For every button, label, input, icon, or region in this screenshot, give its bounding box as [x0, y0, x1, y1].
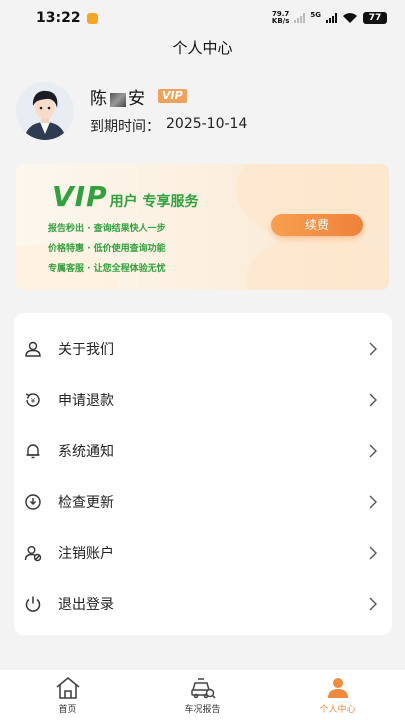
- menu-item-label: 检查更新: [58, 494, 114, 511]
- vip-title: VIP 用户 专享服务: [52, 180, 198, 213]
- menu-item-refund[interactable]: ¥ 申请退款: [14, 374, 392, 425]
- vip-features: 报告秒出 · 查询结果快人一步 价格特惠 · 低价使用查询功能 专属客服 · 让…: [48, 219, 166, 279]
- expire-label: 到期时间：: [90, 119, 160, 135]
- bottom-nav: 首页 车况报告 个人中心: [0, 670, 405, 720]
- menu-item-label: 退出登录: [58, 596, 114, 613]
- home-icon: [55, 676, 80, 699]
- menu-item-label: 关于我们: [58, 341, 114, 358]
- nav-item-profile[interactable]: 个人中心: [270, 670, 405, 720]
- car-report-icon: [190, 678, 216, 699]
- expire-row: 到期时间： 2025-10-14: [90, 116, 247, 136]
- chevron-right-icon: [369, 546, 377, 559]
- menu-item-cancel-account[interactable]: 注销账户: [14, 527, 392, 578]
- vip-feature: 专属客服 · 让您全程体验无忧: [48, 264, 166, 274]
- menu-card: 关于我们 ¥ 申请退款 系统通知 检查更新 注销账户 退出登录: [14, 313, 392, 635]
- power-icon: [25, 596, 41, 612]
- expire-date: 2025-10-14: [166, 116, 248, 132]
- vip-badge: VIP: [158, 89, 187, 103]
- profile-info: 陈安 VIP 到期时间： 2025-10-14: [90, 82, 247, 140]
- menu-item-label: 注销账户: [58, 545, 114, 562]
- user-icon: [25, 341, 41, 357]
- svg-text:¥: ¥: [31, 397, 36, 405]
- chevron-right-icon: [369, 444, 377, 457]
- bell-icon: [26, 443, 40, 458]
- signal-icon-2: [326, 13, 337, 23]
- menu-item-label: 申请退款: [58, 392, 114, 409]
- status-time: 13:22: [36, 10, 81, 26]
- person-icon: [327, 678, 348, 698]
- avatar[interactable]: [16, 82, 74, 140]
- avatar-image: [16, 82, 74, 140]
- menu-item-about-us[interactable]: 关于我们: [14, 323, 392, 374]
- menu-item-notifications[interactable]: 系统通知: [14, 425, 392, 476]
- nav-label: 首页: [58, 705, 77, 715]
- vip-feature: 价格特惠 · 低价使用查询功能: [48, 244, 166, 254]
- vip-banner[interactable]: VIP 用户 专享服务 报告秒出 · 查询结果快人一步 价格特惠 · 低价使用查…: [16, 164, 389, 290]
- status-indicators: 79.7 KB/s 5G 77: [272, 11, 387, 25]
- user-name: 陈安: [90, 88, 146, 109]
- chevron-right-icon: [369, 495, 377, 508]
- battery-icon: 77: [363, 12, 387, 24]
- menu-item-label: 系统通知: [58, 443, 114, 460]
- profile-section: 陈安 VIP 到期时间： 2025-10-14: [16, 82, 389, 140]
- chevron-right-icon: [369, 597, 377, 610]
- page-title: 个人中心: [172, 39, 233, 57]
- vip-title-vip: VIP: [52, 180, 108, 213]
- signal-icon-1: [294, 13, 306, 23]
- network-speed: 79.7 KB/s: [271, 10, 290, 25]
- notification-app-icon: [86, 12, 98, 24]
- nav-item-home[interactable]: 首页: [0, 670, 135, 720]
- refund-icon: ¥: [25, 392, 40, 407]
- wifi-icon: [343, 13, 357, 23]
- nav-label: 车况报告: [184, 705, 221, 715]
- nav-label: 个人中心: [319, 705, 356, 715]
- status-bar: 13:22 79.7 KB/s 5G 77: [0, 0, 405, 36]
- vip-feature: 报告秒出 · 查询结果快人一步: [48, 224, 166, 234]
- name-row: 陈安 VIP: [90, 84, 247, 109]
- nav-item-car-report[interactable]: 车况报告: [135, 670, 270, 720]
- account-cancel-icon: [24, 545, 42, 561]
- renew-button[interactable]: 续费: [271, 214, 363, 236]
- chevron-right-icon: [369, 393, 377, 406]
- update-icon: [25, 493, 41, 510]
- menu-item-check-update[interactable]: 检查更新: [14, 476, 392, 527]
- name-redacted: [110, 92, 126, 107]
- menu-item-logout[interactable]: 退出登录: [14, 578, 392, 629]
- chevron-right-icon: [369, 342, 377, 355]
- network-type: 5G: [310, 11, 321, 19]
- vip-title-text: 用户 专享服务: [109, 194, 199, 210]
